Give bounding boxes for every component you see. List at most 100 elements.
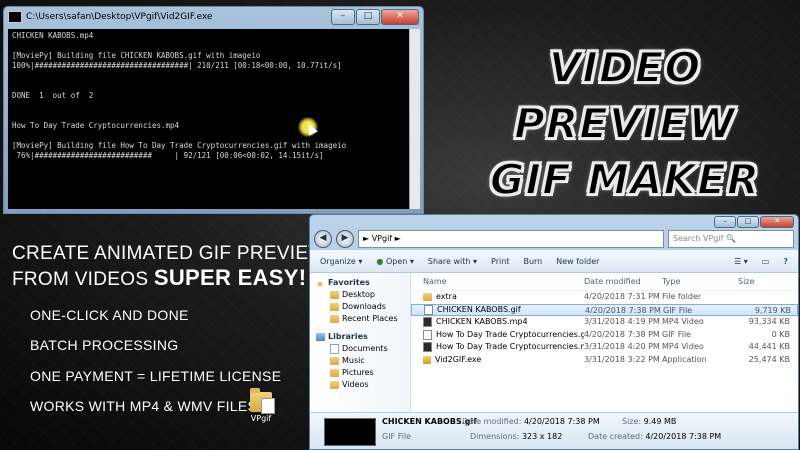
console-scrollbar[interactable] [410,29,420,209]
file-date: 4/20/2018 7:38 PM [585,305,661,315]
nav-item-downloads[interactable]: Downloads [310,301,410,313]
headline-line1: CREATE ANIMATED GIF PREVIEWS [12,243,340,264]
console-title: C:\Users\safan\Desktop\VPgif\Vid2GIF.exe [26,12,213,22]
headline-line2-part1: FROM VIDEOS [12,269,154,290]
console-line: [MoviePy] Building file How To Day Trade… [12,141,347,150]
address-path: VPgif [371,234,393,243]
address-bar-row: ◀ ▶ ► VPgif ► Search VPgif 🔍 [310,228,798,250]
console-output: CHICKEN KABOBS.mp4 [MoviePy] Building fil… [8,29,409,209]
file-type: MP4 Video [662,342,704,351]
file-list: Name Date modified Type Size extra 4/20/2… [411,273,798,413]
library-icon [316,333,325,341]
details-date-modified-label: Date modified: [462,417,522,426]
folder-icon [330,357,339,365]
column-size[interactable]: Size [730,273,798,290]
star-icon: ★ [316,280,325,290]
console-window[interactable]: C:\Users\safan\Desktop\VPgif\Vid2GIF.exe… [3,6,424,214]
file-name: CHICKEN KABOBS.gif [437,304,521,314]
file-row[interactable]: extra 4/20/2018 7:31 PM File folder [411,291,798,304]
column-date-modified[interactable]: Date modified [584,273,662,290]
gif-file-icon [424,304,433,315]
help-icon[interactable]: ? [783,257,788,266]
nav-item-libraries[interactable]: Libraries [310,331,410,343]
file-row[interactable]: CHICKEN KABOBS.gif 4/20/2018 7:38 PM GIF F… [411,303,798,316]
preview-pane-icon[interactable]: ▭ [762,257,770,266]
minimize-button[interactable]: – [331,9,355,25]
console-line: How To Day Trade Cryptocurrencies.mp4 [12,121,180,130]
file-date: 3/31/2018 3:22 PM [584,354,660,364]
details-date-created: 4/20/2018 7:38 PM [645,432,722,441]
column-name[interactable]: Name [411,273,584,290]
back-button[interactable]: ◀ [314,230,332,248]
folder-icon [330,369,339,377]
console-titlebar[interactable]: C:\Users\safan\Desktop\VPgif\Vid2GIF.exe… [4,7,423,27]
nav-item-videos[interactable]: Videos [310,379,410,391]
close-button[interactable]: ✕ [760,216,794,228]
feature-item: BATCH PROCESSING [30,337,179,353]
minimize-button[interactable]: – [714,216,736,228]
nav-item-music[interactable]: Music [310,355,410,367]
new-folder-button[interactable]: New folder [556,257,599,266]
video-file-icon [423,317,432,328]
gif-thumbnail [324,418,376,446]
file-size: 9,719 KB [754,305,791,315]
chrome-icon: ● [376,256,384,266]
organize-button[interactable]: Organize ▾ [320,257,362,266]
file-row[interactable]: Vid2GIF.exe 3/31/2018 3:22 PM Application 2… [411,354,798,367]
nav-item-label: Pictures [342,368,374,377]
file-type: MP4 Video [662,317,704,326]
nav-item-label: Documents [342,344,388,353]
organize-label: Organize [320,256,356,266]
headline-emphasis: SUPER EASY! [153,265,307,290]
folder-icon [330,381,339,389]
desktop-shortcut-vpgif[interactable]: VPgif [246,388,276,423]
close-button[interactable]: ✕ [381,9,419,25]
share-with-button[interactable]: Share with ▾ [428,257,477,266]
console-line: [MoviePy] Building file CHICKEN KABOBS.g… [12,51,261,60]
console-line: CHICKEN KABOBS.mp4 [12,31,94,40]
maximize-button[interactable]: □ [737,216,759,228]
file-size [730,291,790,304]
file-date: 4/20/2018 7:31 PM [584,292,660,301]
explorer-window[interactable]: – □ ✕ ◀ ▶ ► VPgif ► Search VPgif 🔍 Organ… [309,214,799,450]
file-row[interactable]: How To Day Trade Cryptocurrencies.gif 4/2… [411,329,798,342]
nav-item-documents[interactable]: Documents [310,343,410,355]
nav-item-pictures[interactable]: Pictures [310,367,410,379]
file-type: GIF File [663,305,693,315]
view-options-icon[interactable]: ☰ ▾ [734,257,748,266]
open-button[interactable]: ● Open ▾ [376,257,413,266]
video-file-icon [423,342,432,353]
nav-item-label: Downloads [342,302,386,311]
gif-file-icon [423,329,432,340]
details-dimensions: 323 x 182 [521,432,563,441]
details-file-type: GIF File [382,432,412,441]
nav-item-label: Videos [342,380,369,389]
details-date-created-label: Date created: [588,432,643,441]
burn-button[interactable]: Burn [523,257,542,266]
nav-item-desktop[interactable]: Desktop [310,289,410,301]
file-name: extra [436,292,457,301]
address-bar[interactable]: ► VPgif ► [358,230,664,248]
feature-item: ONE PAYMENT = LIFETIME LICENSE [30,368,282,384]
search-input[interactable]: Search VPgif 🔍 [668,230,794,248]
forward-button[interactable]: ▶ [336,230,354,248]
nav-item-label: Recent Places [342,314,398,323]
desktop-shortcut-label: VPgif [250,414,272,423]
search-placeholder: Search VPgif [673,234,724,243]
file-row[interactable]: How To Day Trade Cryptocurrencies.mp4 3/3… [411,341,798,354]
column-type[interactable]: Type [662,273,730,290]
explorer-titlebar[interactable]: – □ ✕ [310,215,798,228]
file-row[interactable]: CHICKEN KABOBS.mp4 3/31/2018 4:19 PM MP4 V… [411,316,798,329]
folder-icon [330,315,339,323]
maximize-button[interactable]: □ [356,9,380,25]
nav-item-recent-places[interactable]: Recent Places [310,313,410,325]
file-name: How To Day Trade Cryptocurrencies.mp4 [436,342,584,351]
column-headers: Name Date modified Type Size [411,273,798,291]
open-label: Open [385,256,408,266]
print-button[interactable]: Print [491,257,509,266]
nav-item-label: Libraries [328,332,368,341]
file-size: 25,474 KB [748,354,790,364]
nav-item-favorites[interactable]: ★ Favorites [310,277,410,290]
exe-file-icon [423,355,431,364]
